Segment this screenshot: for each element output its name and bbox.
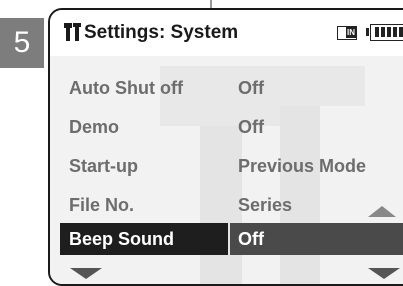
page-title: Settings: System bbox=[84, 22, 239, 43]
battery-icon bbox=[366, 24, 403, 41]
menu-item-file-no[interactable]: File No. Series bbox=[50, 187, 403, 225]
menu-item-auto-shut-off[interactable]: Auto Shut off Off bbox=[50, 70, 403, 108]
up-arrow-icon[interactable] bbox=[368, 206, 396, 217]
menu-item-label: File No. bbox=[69, 195, 135, 215]
menu-item-label: Demo bbox=[69, 117, 120, 137]
menu-item-start-up[interactable]: Start-up Previous Mode bbox=[50, 148, 403, 186]
menu-item-value: Off bbox=[238, 78, 264, 98]
menu-item-value: Previous Mode bbox=[238, 156, 367, 176]
memory-mode-label: IN bbox=[346, 27, 356, 38]
menu-item-beep-sound[interactable]: Beep Sound Off bbox=[50, 223, 403, 261]
menu-item-label: Start-up bbox=[69, 156, 138, 176]
menu-item-value: Series bbox=[238, 195, 293, 215]
header-bar: Settings: System IN bbox=[50, 10, 403, 56]
camera-lcd-screen: Settings: System IN Auto Shut off Off De… bbox=[48, 8, 403, 286]
menu-item-label: Auto Shut off bbox=[69, 78, 183, 98]
menu-item-label: Beep Sound bbox=[69, 229, 175, 249]
menu-item-value: Off bbox=[238, 117, 264, 137]
settings-menu: Auto Shut off Off Demo Off Start-up Prev… bbox=[50, 56, 403, 284]
menu-item-demo[interactable]: Demo Off bbox=[50, 109, 403, 147]
step-number-badge: 5 bbox=[0, 18, 44, 68]
memory-mode-icon: IN bbox=[337, 26, 357, 40]
menu-item-value: Off bbox=[238, 229, 264, 249]
tools-icon bbox=[64, 23, 81, 41]
